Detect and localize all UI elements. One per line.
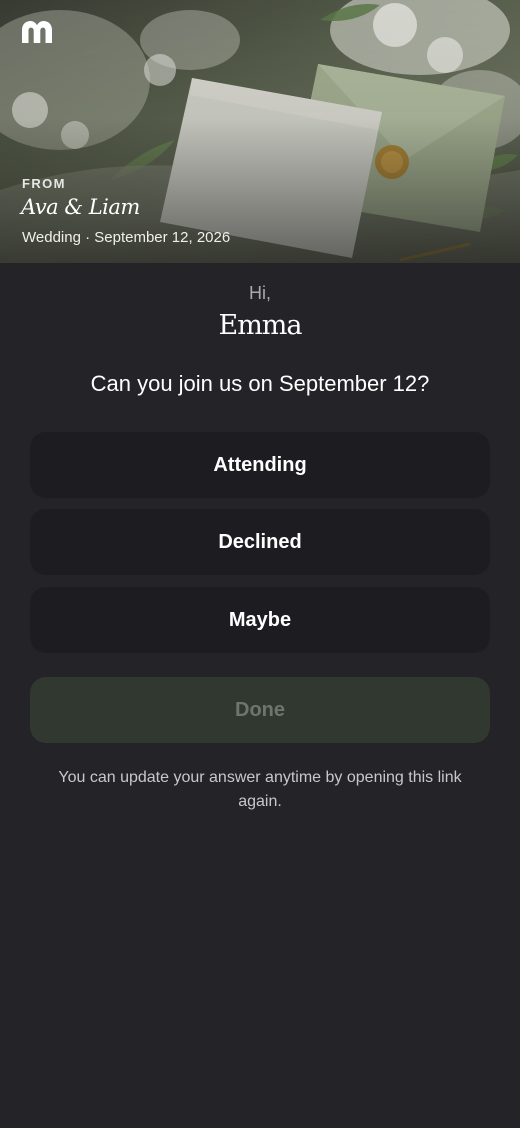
greeting: Hi, [249, 283, 271, 303]
rsvp-question: Can you join us on September 12? [90, 371, 430, 396]
host-names: Ava & Liam [21, 195, 140, 219]
attending-button[interactable]: Attending [30, 432, 490, 498]
hero-shade [0, 0, 520, 263]
guest-name: Emma [218, 310, 302, 341]
update-note: You can update your answer anytime by op… [58, 769, 462, 810]
declined-button[interactable]: Declined [30, 509, 490, 575]
event-hero: FROM Ava & Liam Wedding · September 12, … [0, 0, 520, 263]
maybe-button[interactable]: Maybe [30, 587, 490, 653]
event-details: Wedding · September 12, 2026 [22, 229, 231, 246]
done-button[interactable]: Done [30, 677, 490, 743]
from-label: FROM [22, 176, 66, 191]
m-logo-icon[interactable] [20, 18, 54, 46]
